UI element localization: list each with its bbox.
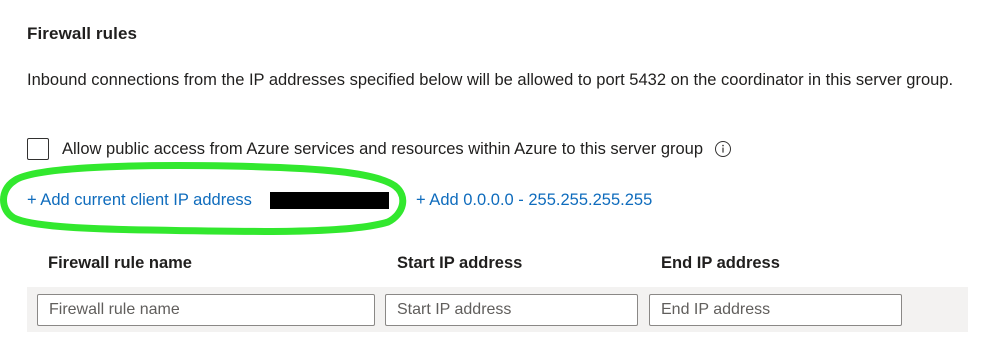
rule-name-input[interactable] <box>37 294 375 326</box>
add-all-ip-range-link[interactable]: + Add 0.0.0.0 - 255.255.255.255 <box>416 191 652 210</box>
allow-azure-access-checkbox[interactable] <box>27 138 49 160</box>
new-rule-row <box>27 287 968 332</box>
column-header-rule-name: Firewall rule name <box>48 254 192 272</box>
allow-azure-access-row: Allow public access from Azure services … <box>27 136 732 162</box>
section-title: Firewall rules <box>27 24 138 43</box>
end-ip-input[interactable] <box>649 294 902 326</box>
column-header-end-ip: End IP address <box>661 254 780 272</box>
column-header-start-ip: Start IP address <box>397 254 523 272</box>
info-icon-glyph <box>715 141 732 157</box>
firewall-description: Inbound connections from the IP addresse… <box>27 71 954 89</box>
redacted-ip-address <box>270 192 389 209</box>
info-icon[interactable] <box>714 140 732 158</box>
allow-azure-access-label[interactable]: Allow public access from Azure services … <box>62 140 703 159</box>
add-client-ip-link[interactable]: + Add current client IP address <box>27 191 252 210</box>
start-ip-input[interactable] <box>385 294 638 326</box>
